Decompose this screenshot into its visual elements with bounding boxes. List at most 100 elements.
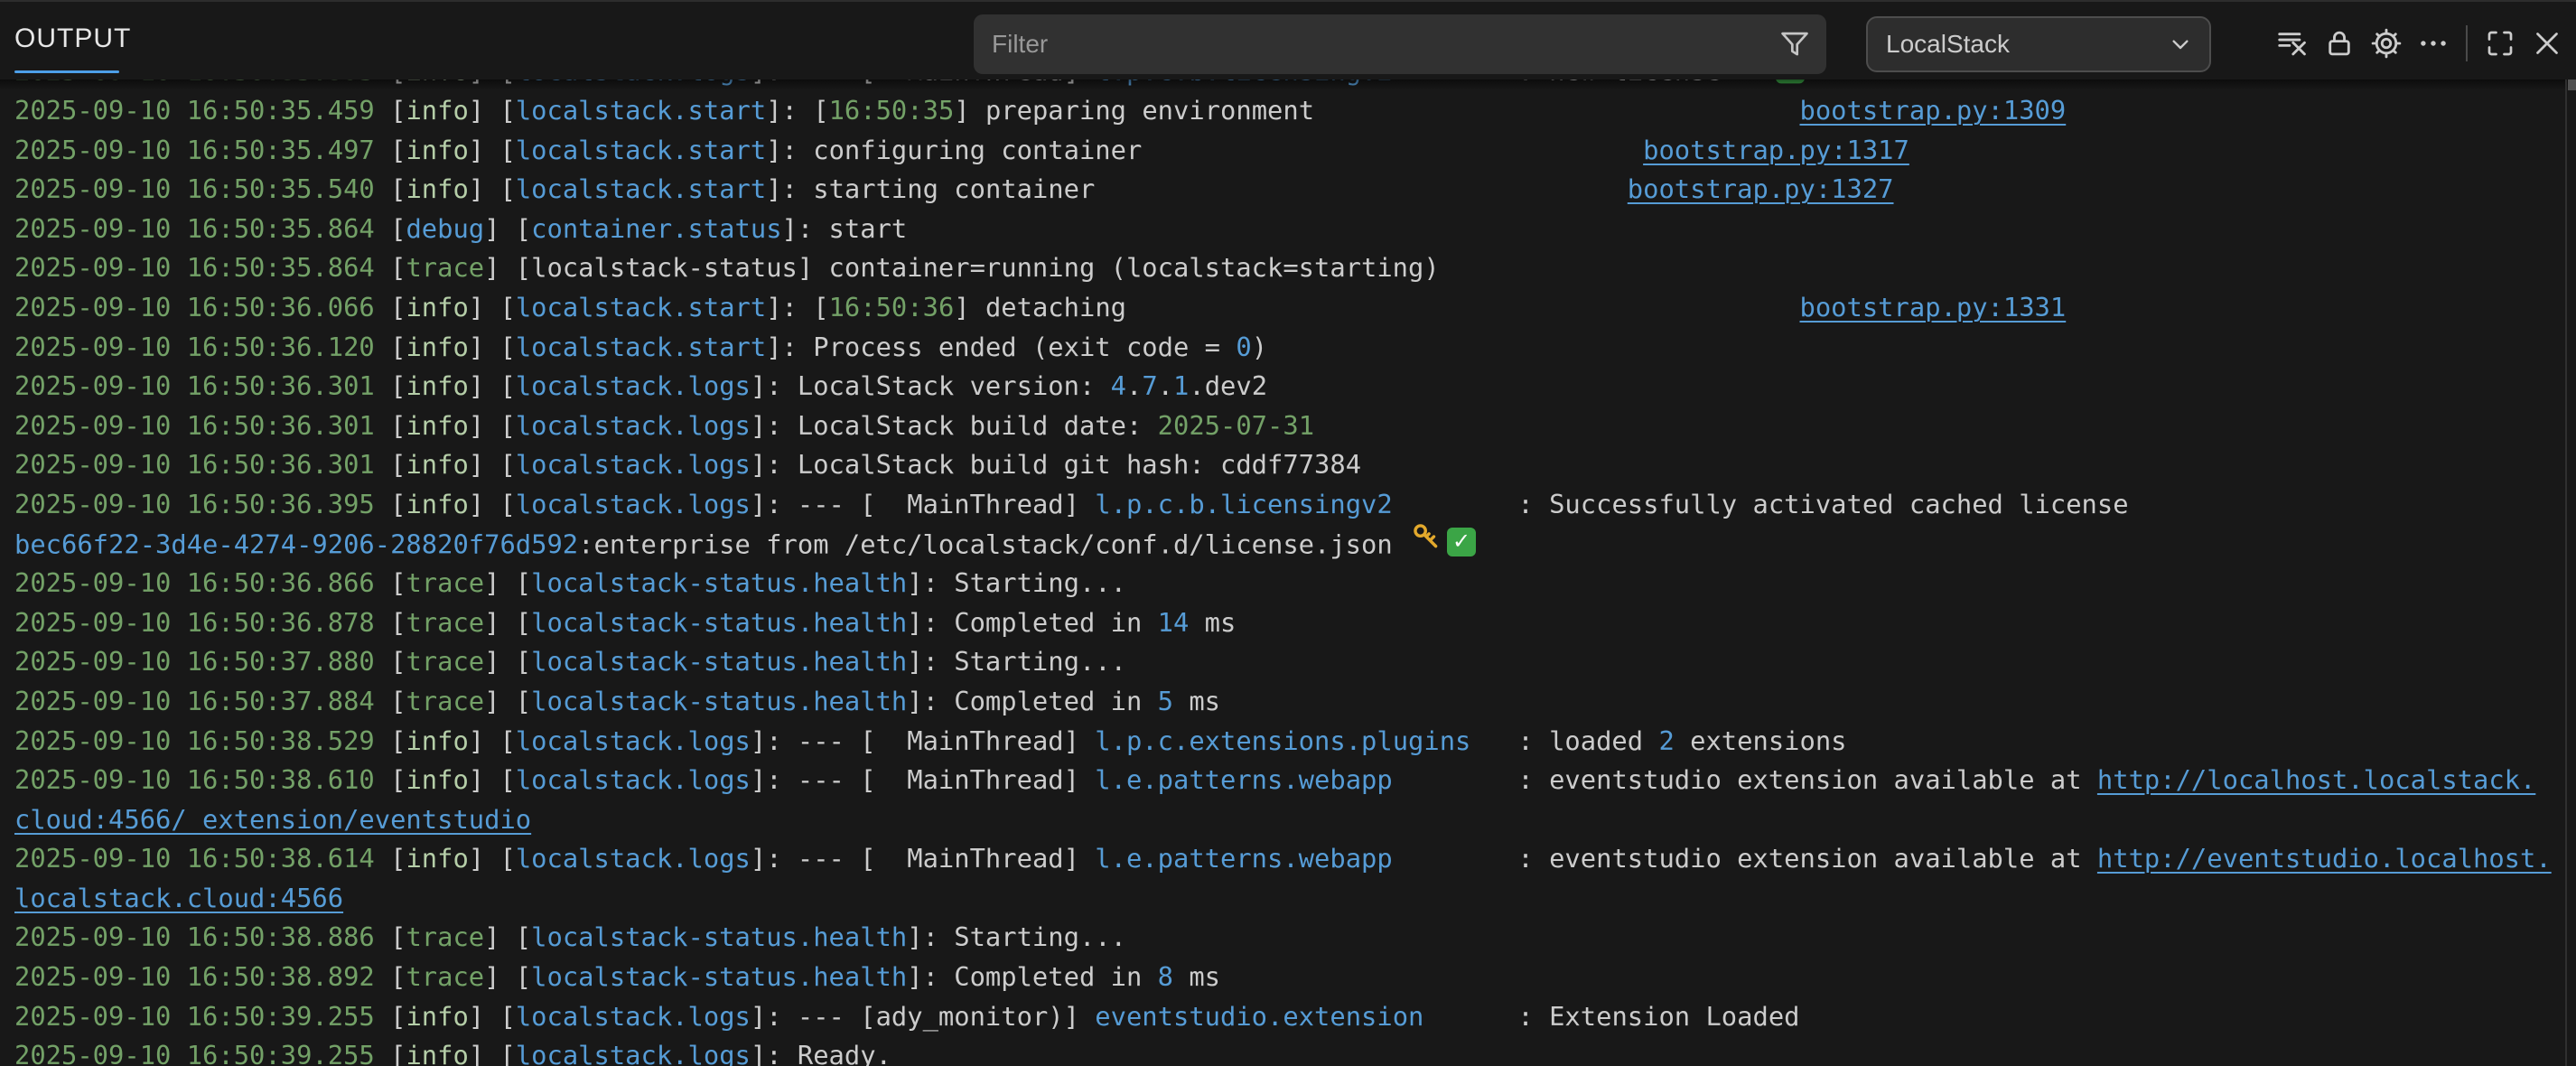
log-text: 16:50:35 (829, 95, 955, 126)
log-text: info (406, 95, 468, 126)
log-text: info (406, 1040, 468, 1066)
log-text: 2025-09-10 16:50:37.880 (14, 646, 390, 677)
log-text: ) (1252, 332, 1267, 362)
log-text: trace (406, 646, 484, 677)
log-link[interactable]: bootstrap.py:1317 (1643, 135, 1909, 165)
scrollbar-thumb[interactable] (2568, 78, 2576, 90)
filter-input[interactable] (974, 30, 1778, 59)
clear-output-icon (2275, 26, 2310, 61)
channel-select[interactable]: LocalStack (1866, 16, 2211, 72)
clear-output-button[interactable] (2269, 20, 2316, 67)
panel-actions (2269, 20, 2571, 67)
log-line: 2025-09-10 16:50:36.301 [info] [localsta… (14, 407, 2576, 446)
log-text: container.status (531, 213, 781, 244)
log-link[interactable]: bootstrap.py:1331 (1800, 292, 2067, 323)
gear-icon (2369, 26, 2403, 61)
log-text: ] [ (469, 135, 516, 165)
log-text: localstack-status.health (531, 921, 907, 952)
log-link[interactable]: cloud:4566/_extension/eventstudio (14, 804, 531, 835)
check-emoji: ✓ (1776, 79, 1805, 84)
log-link[interactable]: bootstrap.py:1309 (1800, 95, 2067, 126)
panel-top-border (0, 0, 2576, 2)
log-text: info (406, 135, 468, 165)
log-text: ] [ (484, 607, 531, 638)
log-text: 2025-09-10 16:50:35.864 (14, 213, 390, 244)
log-text: ] [ (469, 725, 516, 756)
log-text: [ (390, 332, 406, 362)
close-panel-button[interactable] (2524, 20, 2571, 67)
log-text: : loaded (1517, 725, 1658, 756)
log-text: ] [ (469, 95, 516, 126)
log-text: ]: starting container (766, 173, 1095, 204)
log-text: 2025-09-10 16:50:38.886 (14, 921, 390, 952)
log-text: 2025-09-10 16:50:39.255 (14, 1040, 390, 1066)
log-link[interactable]: bootstrap.py:1327 (1628, 173, 1894, 204)
log-text: 2025-09-10 16:50:39.255 (14, 1001, 390, 1032)
log-text: l.p.c.b.licensingv2 (1095, 79, 1392, 87)
log-link[interactable]: localstack.cloud:4566 (14, 883, 343, 913)
log-text: . (1158, 370, 1173, 401)
log-text: ms (1173, 961, 1220, 992)
log-text: info (406, 292, 468, 323)
log-line: 2025-09-10 16:50:36.395 [info] [localsta… (14, 485, 2576, 525)
more-actions-button[interactable] (2410, 20, 2457, 67)
tab-output-label: OUTPUT (14, 23, 131, 53)
log-text: 5 (1158, 686, 1173, 716)
log-text: 2025-09-10 16:50:38.892 (14, 961, 390, 992)
log-text: localstack.logs (516, 843, 751, 874)
log-text: ] [ (469, 370, 516, 401)
log-text: [ (390, 1001, 406, 1032)
log-text: info (406, 79, 468, 87)
lock-icon (2322, 26, 2357, 61)
log-text: localstack.start (516, 135, 766, 165)
log-text: 2025-09-10 16:50:36.301 (14, 449, 390, 480)
log-link[interactable]: http://localhost.localstack. (2097, 764, 2535, 795)
log-text: localstack.start (516, 173, 766, 204)
log-line: 2025-09-10 16:50:38.610 [info] [localsta… (14, 761, 2576, 800)
log-text: ] [ (469, 292, 516, 323)
log-line-clipped: 2025-09-10 16:50:35.395 [info] [localsta… (14, 79, 2576, 91)
log-text: ]: --- [ady_monitor)] (751, 1001, 1095, 1032)
maximize-panel-button[interactable] (2477, 20, 2524, 67)
log-text: ] [ (469, 1001, 516, 1032)
filter-box[interactable] (974, 14, 1826, 74)
log-text: trace (406, 607, 484, 638)
log-line: 2025-09-10 16:50:36.120 [info] [localsta… (14, 328, 2576, 368)
key-emoji (1411, 521, 1442, 564)
log-text: : Successfully activated cached license (1517, 489, 2128, 519)
log-text: . (1126, 370, 1142, 401)
log-text: ] detaching (954, 292, 1126, 323)
log-padding (1142, 135, 1643, 165)
log-output[interactable]: 2025-09-10 16:50:35.395 [info] [localsta… (14, 79, 2576, 1066)
log-padding (1126, 292, 1800, 323)
log-text: 2025-09-10 16:50:38.529 (14, 725, 390, 756)
log-text: info (406, 173, 468, 204)
settings-button[interactable] (2363, 20, 2410, 67)
log-text: ] [ (469, 449, 516, 480)
log-text: 2 (1658, 725, 1674, 756)
log-text: 2025-09-10 16:50:35.864 (14, 252, 390, 283)
log-line: 2025-09-10 16:50:35.540 [info] [localsta… (14, 170, 2576, 210)
actions-divider (2466, 25, 2468, 61)
log-line: 2025-09-10 16:50:35.497 [info] [localsta… (14, 131, 2576, 171)
log-text: [ (390, 173, 406, 204)
log-text: localstack.logs (516, 764, 751, 795)
log-text: [ (390, 961, 406, 992)
log-text: 2025-09-10 16:50:36.066 (14, 292, 390, 323)
log-text: : Extension Loaded (1517, 1001, 1799, 1032)
log-text: ] [ (469, 843, 516, 874)
log-padding (1423, 1001, 1517, 1032)
log-text: [ (390, 646, 406, 677)
log-text: [ (390, 449, 406, 480)
lock-scroll-button[interactable] (2316, 20, 2363, 67)
log-line: 2025-09-10 16:50:35.864 [trace] [localst… (14, 248, 2576, 288)
log-text: 2025-09-10 16:50:36.301 (14, 410, 390, 441)
key-emoji (1740, 79, 1770, 90)
log-text: ] [ (469, 1040, 516, 1066)
log-text: info (406, 410, 468, 441)
log-text: :enterprise from /etc/localstack/conf.d/… (578, 528, 1408, 559)
check-emoji: ✓ (1447, 528, 1476, 556)
log-text: ] [ (484, 686, 531, 716)
log-link[interactable]: http://eventstudio.localhost. (2097, 843, 2552, 874)
tab-output[interactable]: OUTPUT (14, 23, 131, 54)
